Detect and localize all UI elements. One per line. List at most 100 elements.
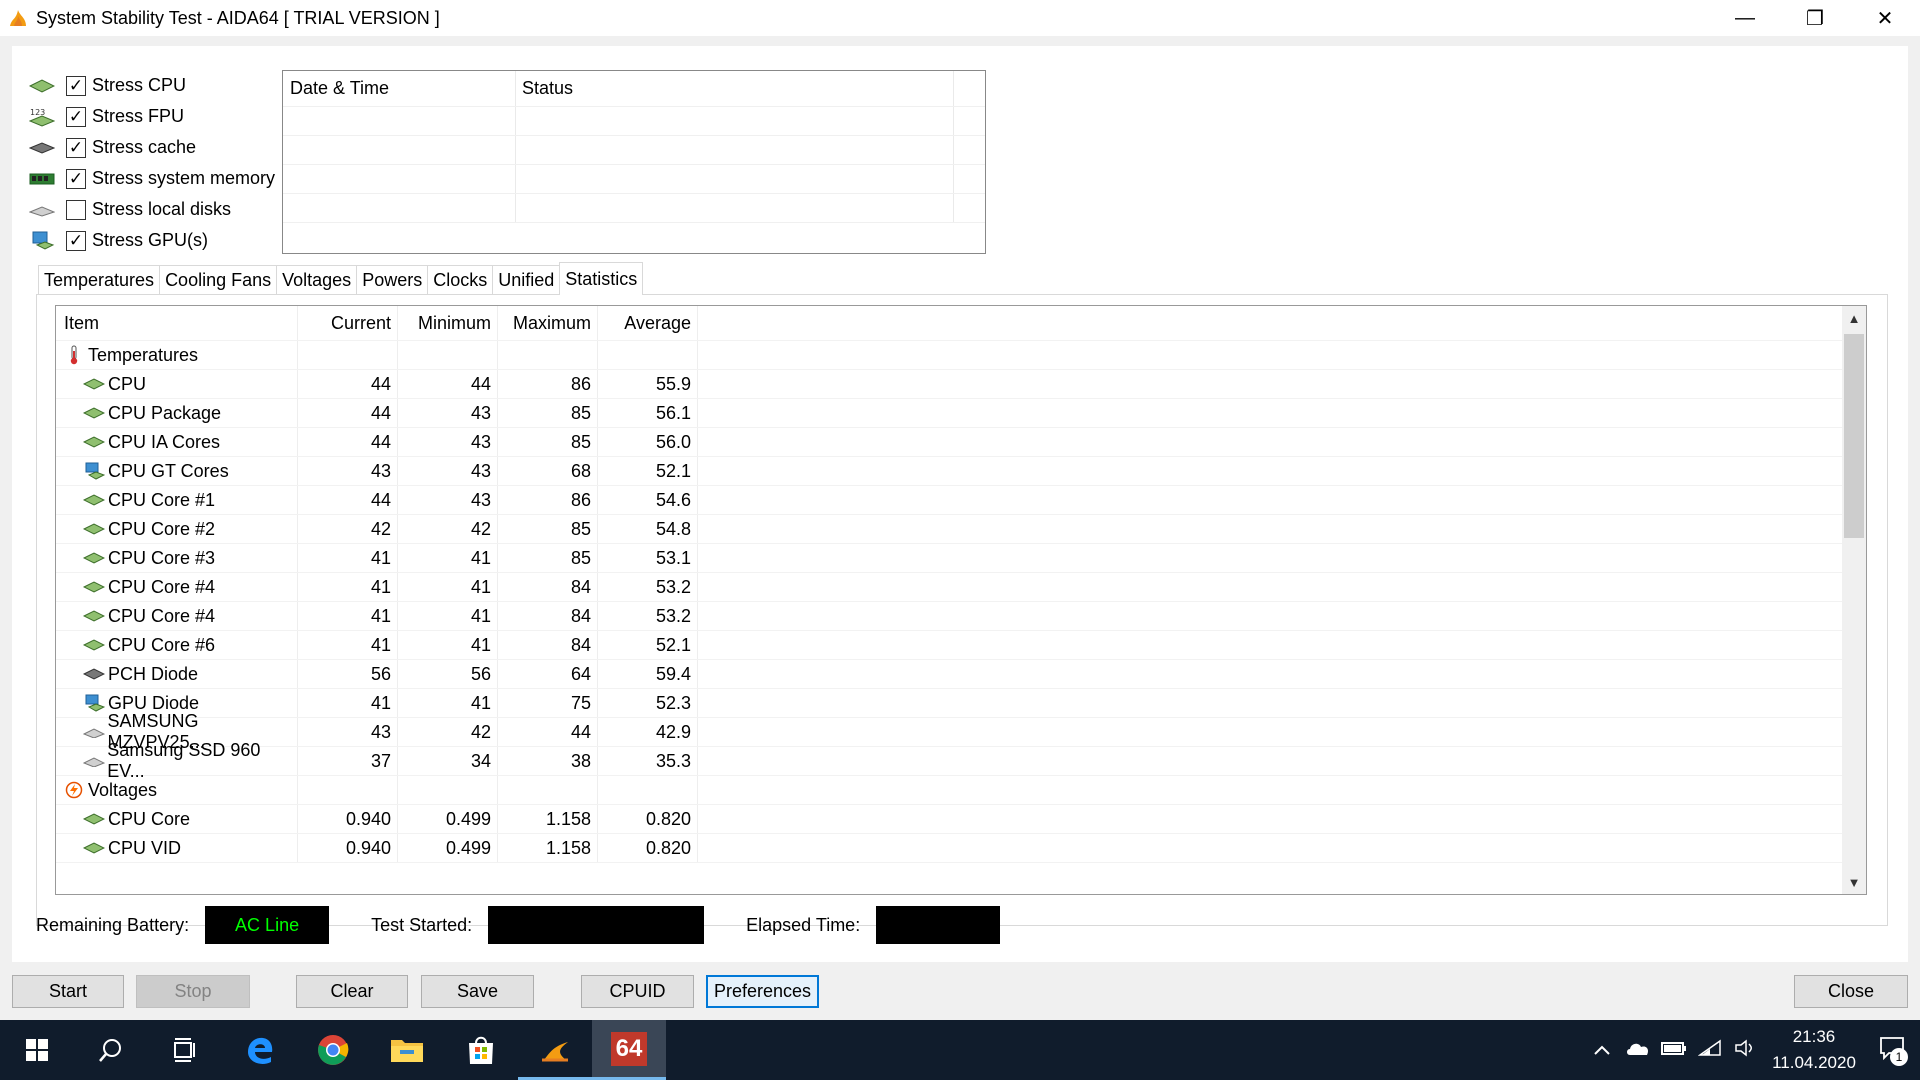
restore-button[interactable]: ❐ — [1780, 0, 1850, 36]
tab-voltages[interactable]: Voltages — [276, 265, 358, 294]
cpuid-button[interactable]: CPUID — [581, 975, 694, 1008]
table-row[interactable]: CPU VID 0.940 0.499 1.158 0.820 — [56, 834, 1866, 863]
notification-icon[interactable]: 1 — [1864, 1036, 1920, 1066]
cell-current: 41 — [298, 689, 398, 717]
stress-cpu-label: Stress CPU — [92, 75, 187, 95]
cell-current: 44 — [298, 370, 398, 398]
cpu-chip-icon — [82, 404, 106, 422]
onedrive-cloud-icon[interactable] — [1620, 1040, 1656, 1061]
clock[interactable]: 21:36 11.04.2020 — [1764, 1024, 1864, 1076]
stress-disks-option[interactable]: Stress local disks — [28, 194, 275, 225]
log-header-status[interactable]: Status — [516, 71, 954, 106]
file-explorer-icon[interactable] — [370, 1020, 444, 1080]
table-row[interactable]: GPU Diode 41 41 75 52.3 — [56, 689, 1866, 718]
chrome-browser-icon[interactable] — [296, 1020, 370, 1080]
tab-powers[interactable]: Powers — [356, 265, 429, 294]
header-maximum[interactable]: Maximum — [498, 306, 598, 340]
chevron-up-icon[interactable] — [1584, 1040, 1620, 1061]
wifi-icon[interactable] — [1692, 1039, 1728, 1062]
table-row[interactable]: PCH Diode 56 56 64 59.4 — [56, 660, 1866, 689]
cell-current: 41 — [298, 631, 398, 659]
table-row[interactable]: CPU Core #2 42 42 85 54.8 — [56, 515, 1866, 544]
stop-button[interactable]: Stop — [136, 975, 250, 1008]
stress-gpu-option[interactable]: ✓ Stress GPU(s) — [28, 225, 275, 256]
battery-icon[interactable] — [1656, 1040, 1692, 1061]
search-icon[interactable] — [74, 1020, 148, 1080]
volume-icon[interactable] — [1728, 1038, 1764, 1062]
cpu-chip-icon — [82, 839, 106, 857]
preferences-button[interactable]: Preferences — [706, 975, 819, 1008]
pch-chip-icon — [82, 665, 106, 683]
tab-statistics[interactable]: Statistics — [559, 262, 644, 295]
table-row[interactable]: SAMSUNG MZVPV25... 43 42 44 42.9 — [56, 711, 1866, 752]
store-icon[interactable] — [444, 1020, 518, 1080]
table-row[interactable]: CPU Core #3 41 41 85 53.1 — [56, 544, 1866, 573]
scroll-up-icon[interactable]: ▲ — [1842, 306, 1866, 330]
voltage-icon — [62, 781, 86, 799]
cell-current — [298, 341, 398, 369]
log-row — [283, 136, 985, 165]
app-flame-icon[interactable] — [518, 1020, 592, 1080]
close-button[interactable]: Close — [1794, 975, 1908, 1008]
header-minimum[interactable]: Minimum — [398, 306, 498, 340]
group-row[interactable]: Voltages — [56, 776, 1866, 805]
cell-current: 42 — [298, 515, 398, 543]
log-table[interactable]: Date & Time Status — [282, 70, 986, 254]
stress-cpu-checkbox[interactable]: ✓ — [66, 75, 86, 96]
header-average[interactable]: Average — [598, 306, 698, 340]
table-row[interactable]: CPU Core #4 41 41 84 53.2 — [56, 602, 1866, 631]
stress-memory-option[interactable]: ✓ Stress system memory — [28, 163, 275, 194]
table-row[interactable]: CPU GT Cores 43 43 68 52.1 — [56, 457, 1866, 486]
start-button[interactable]: Start — [12, 975, 124, 1008]
cell-maximum: 68 — [498, 457, 598, 485]
aida64-icon[interactable]: 64 — [592, 1020, 666, 1080]
scroll-down-icon[interactable]: ▼ — [1842, 870, 1866, 894]
cell-average: 56.1 — [598, 399, 698, 427]
header-item[interactable]: Item — [56, 306, 298, 340]
edge-browser-icon[interactable] — [222, 1020, 296, 1080]
statistics-table[interactable]: Item Current Minimum Maximum Average Tem… — [55, 305, 1867, 895]
table-row[interactable]: CPU Core 0.940 0.499 1.158 0.820 — [56, 805, 1866, 834]
save-button[interactable]: Save — [421, 975, 534, 1008]
log-row — [283, 165, 985, 194]
table-row[interactable]: Samsung SSD 960 EV... 37 34 38 35.3 — [56, 740, 1866, 781]
tab-cooling-fans[interactable]: Cooling Fans — [159, 265, 278, 294]
tab-clocks[interactable]: Clocks — [427, 265, 494, 294]
close-window-button[interactable]: ✕ — [1850, 0, 1920, 36]
stress-cpu-option[interactable]: ✓ Stress CPU — [28, 70, 275, 101]
stress-disks-checkbox[interactable] — [66, 199, 86, 220]
clear-button[interactable]: Clear — [296, 975, 408, 1008]
stress-cache-checkbox[interactable]: ✓ — [66, 137, 86, 158]
tab-unified[interactable]: Unified — [492, 265, 561, 294]
cpu-chip-icon — [82, 810, 106, 828]
header-current[interactable]: Current — [298, 306, 398, 340]
cell-minimum: 42 — [398, 515, 498, 543]
cpu-chip-icon — [82, 607, 106, 625]
minimize-button[interactable]: — — [1710, 0, 1780, 36]
vertical-scrollbar[interactable]: ▲ ▼ — [1842, 306, 1866, 894]
stress-memory-checkbox[interactable]: ✓ — [66, 168, 86, 189]
stress-fpu-checkbox[interactable]: ✓ — [66, 106, 86, 127]
table-row[interactable]: CPU IA Cores 44 43 85 56.0 — [56, 428, 1866, 457]
table-row[interactable]: CPU Core #4 41 41 84 53.2 — [56, 573, 1866, 602]
stress-fpu-option[interactable]: 123 ✓ Stress FPU — [28, 101, 275, 132]
scroll-thumb[interactable] — [1844, 334, 1864, 538]
group-row[interactable]: Temperatures — [56, 341, 1866, 370]
cell-minimum: 42 — [398, 718, 498, 746]
table-row[interactable]: CPU Core #1 44 43 86 54.6 — [56, 486, 1866, 515]
log-header-datetime[interactable]: Date & Time — [283, 71, 516, 106]
log-row — [283, 107, 985, 136]
table-row[interactable]: CPU Core #6 41 41 84 52.1 — [56, 631, 1866, 660]
cell-item-label: CPU VID — [108, 837, 182, 858]
cell-item-label: CPU GT Cores — [108, 460, 229, 481]
task-view-icon[interactable] — [148, 1020, 222, 1080]
cell-average: 53.1 — [598, 544, 698, 572]
status-line: Remaining Battery: AC Line Test Started:… — [36, 906, 1001, 944]
table-row[interactable]: CPU Package 44 43 85 56.1 — [56, 399, 1866, 428]
start-windows-icon[interactable] — [0, 1020, 74, 1080]
table-row[interactable]: CPU 44 44 86 55.9 — [56, 370, 1866, 399]
stress-gpu-checkbox[interactable]: ✓ — [66, 230, 86, 251]
stress-cache-option[interactable]: ✓ Stress cache — [28, 132, 275, 163]
tab-temperatures[interactable]: Temperatures — [38, 265, 161, 294]
cell-average: 52.1 — [598, 631, 698, 659]
